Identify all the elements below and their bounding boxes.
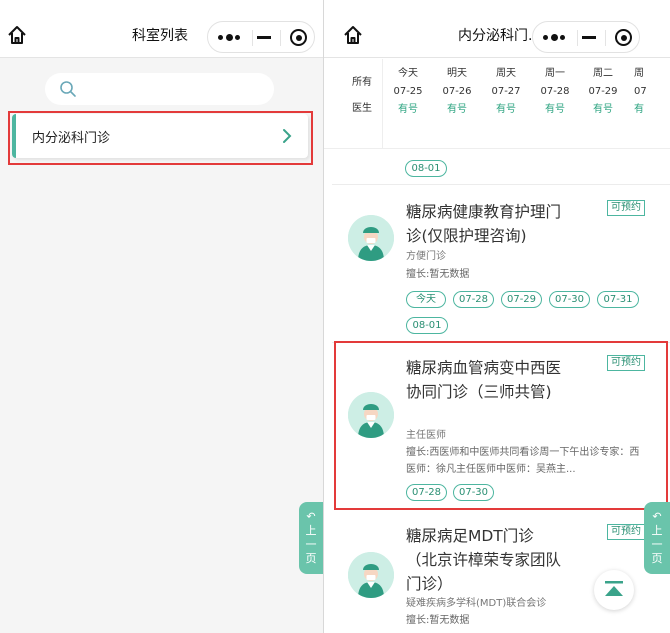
search-icon	[60, 81, 76, 97]
back-tab-char: 页	[651, 552, 663, 565]
minimize-icon[interactable]	[257, 36, 271, 39]
back-arrow-icon: ↶	[652, 510, 662, 523]
highlight-box	[334, 341, 668, 510]
date: 07-27	[491, 86, 521, 97]
previous-page-tab[interactable]: ↶ 上 一 页	[299, 502, 323, 574]
availability: 有号	[545, 104, 565, 115]
date-tab-2[interactable]: 周天 07-27 有号	[486, 65, 526, 119]
doctor-avatar	[348, 552, 394, 598]
date-tab-0[interactable]: 今天 07-25 有号	[388, 65, 428, 119]
back-tab-char: 上	[305, 524, 317, 537]
date-tab-1[interactable]: 明天 07-26 有号	[437, 65, 477, 119]
doctor-title: 疑难疾病多学科(MDT)联合会诊	[406, 598, 547, 609]
doctor-avatar	[348, 215, 394, 261]
availability: 有号	[447, 104, 467, 115]
highlight-box	[8, 111, 313, 165]
minimize-icon[interactable]	[582, 36, 596, 39]
date-chip[interactable]: 07-31	[597, 291, 639, 308]
doctor-specialty: 擅长:暂无数据	[406, 269, 470, 280]
date-chip[interactable]: 07-30	[549, 291, 590, 308]
close-target-icon[interactable]	[290, 29, 307, 46]
page-title: 内分泌科门...	[458, 28, 542, 44]
doctor-name: 糖尿病健康教育护理门诊(仅限护理咨询)	[406, 203, 562, 245]
availability: 有号	[593, 104, 613, 115]
date-tab-3[interactable]: 周一 07-28 有号	[535, 65, 575, 119]
date-chip[interactable]: 07-28	[453, 291, 494, 308]
date-chip[interactable]: 08-01	[405, 160, 447, 177]
weekday: 周天	[496, 68, 516, 79]
more-icon[interactable]	[543, 34, 567, 42]
all-doctors-tab[interactable]: 所有 医生	[348, 70, 376, 122]
doctor-title: 方便门诊	[406, 251, 446, 262]
date: 07-25	[393, 86, 423, 97]
doctor-list-screen: 内分泌科门... 所有 医生 今天 07-25 有号 明天 07-26 有号 周…	[324, 0, 670, 633]
department-list-screen: 科室列表 内分泌科门诊	[0, 0, 323, 633]
back-to-top-button[interactable]	[594, 570, 634, 610]
back-tab-char: 一	[305, 538, 317, 551]
weekday: 今天	[398, 68, 418, 79]
back-tab-char: 页	[305, 552, 317, 565]
bookable-badge: 可预约	[607, 524, 645, 540]
nav-bar: 内分泌科门...	[324, 0, 670, 58]
weekday: 周	[634, 68, 644, 79]
miniprogram-capsule	[207, 21, 315, 53]
miniprogram-capsule	[532, 21, 640, 53]
availability: 有号	[496, 104, 516, 115]
availability: 有	[634, 104, 644, 115]
availability: 有号	[398, 104, 418, 115]
bookable-badge: 可预约	[607, 200, 645, 216]
close-target-icon[interactable]	[615, 29, 632, 46]
doctor-name: 糖尿病足MDT门诊（北京许樟荣专家团队门诊）	[406, 527, 562, 593]
date-chip[interactable]: 08-01	[406, 317, 448, 334]
date-selector: 所有 医生 今天 07-25 有号 明天 07-26 有号 周天 07-27 有…	[324, 59, 670, 149]
arrow-up-icon	[605, 581, 623, 596]
back-arrow-icon: ↶	[306, 510, 316, 523]
weekday: 明天	[447, 68, 467, 79]
date: 07-29	[588, 86, 618, 97]
back-tab-char: 一	[651, 538, 663, 551]
all-label: 所有	[352, 77, 372, 88]
weekday: 周二	[593, 68, 613, 79]
date-chip[interactable]: 今天	[406, 291, 446, 308]
doctor-specialty: 擅长:暂无数据	[406, 615, 470, 626]
date: 07	[634, 86, 647, 97]
date: 07-28	[540, 86, 570, 97]
search-input[interactable]	[45, 73, 274, 105]
date-tab-4[interactable]: 周二 07-29 有号	[583, 65, 623, 119]
nav-bar: 科室列表	[0, 0, 323, 58]
back-tab-char: 上	[651, 524, 663, 537]
date: 07-26	[442, 86, 472, 97]
home-icon[interactable]	[342, 24, 364, 46]
date-chip[interactable]: 07-29	[501, 291, 542, 308]
previous-page-tab[interactable]: ↶ 上 一 页	[644, 502, 670, 574]
page-title: 科室列表	[132, 28, 188, 44]
date-tab-5[interactable]: 周 07 有	[634, 65, 658, 119]
doctor-card[interactable]: 糖尿病健康教育护理门诊(仅限护理咨询) 方便门诊 擅长:暂无数据 可预约 今天 …	[324, 184, 670, 342]
doctor-label: 医生	[352, 103, 372, 114]
weekday: 周一	[545, 68, 565, 79]
more-icon[interactable]	[218, 34, 242, 42]
home-icon[interactable]	[6, 24, 28, 46]
